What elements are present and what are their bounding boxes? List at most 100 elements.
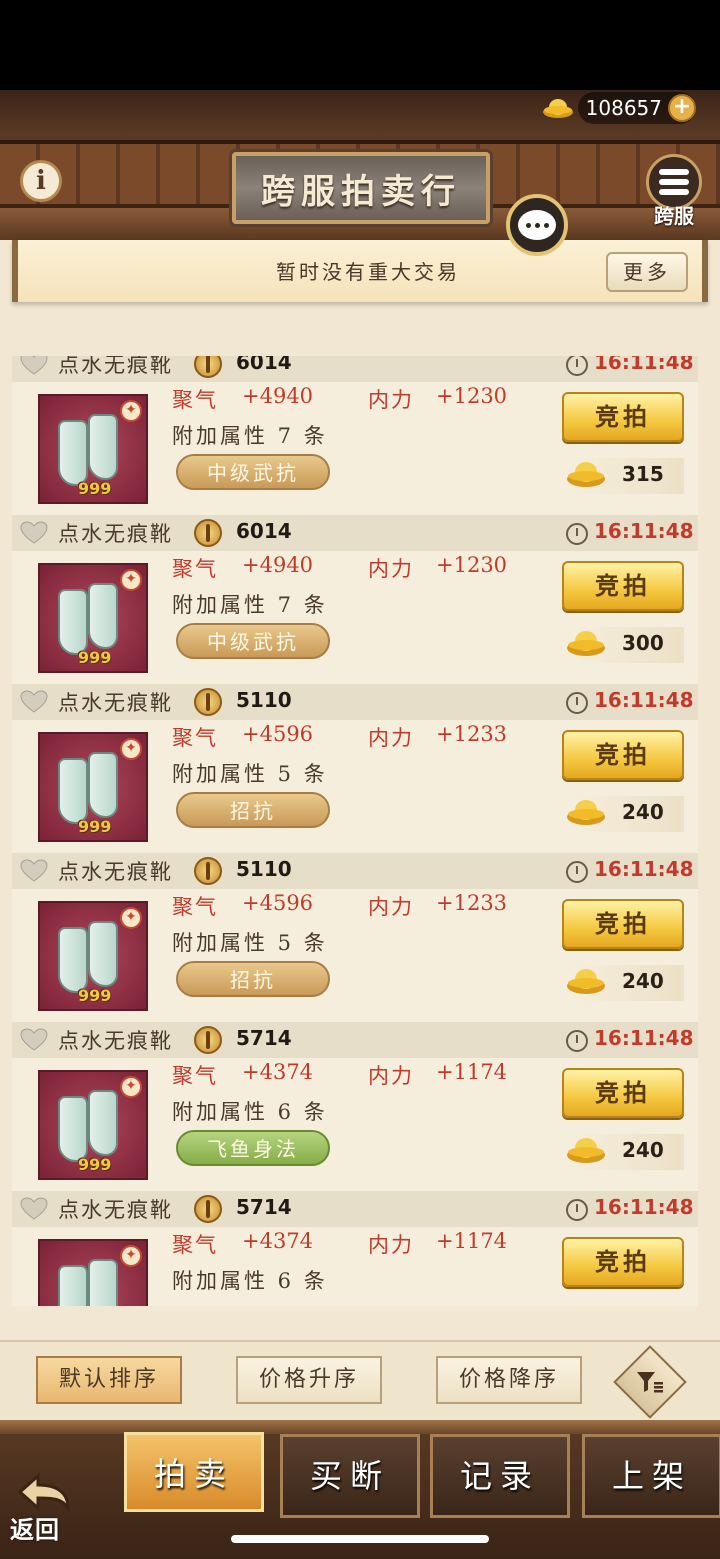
cross-server-button[interactable]: 跨服 [644,154,704,228]
stat1-name: 聚气 [172,557,218,581]
stat1-value: +4596 [242,722,314,746]
stat2-name: 内力 [368,726,414,750]
back-label: 返回 [10,1515,60,1544]
stat2-name: 内力 [368,388,414,412]
stat1-name: 聚气 [172,726,218,750]
stat1-name: 聚气 [172,1233,218,1257]
clock-icon [566,692,588,714]
tab-records[interactable]: 记录 [430,1434,570,1518]
power-icon [194,1195,222,1223]
clock-icon [566,1030,588,1052]
favorite-heart-icon[interactable] [20,521,48,545]
item-name: 点水无痕靴 [58,356,173,377]
bid-button[interactable]: 竞拍 [562,1068,684,1118]
item-price: 300 [622,631,664,655]
item-thumbnail[interactable]: ✦ 999 [38,732,148,842]
item-thumbnail[interactable]: ✦ 999 [38,901,148,1011]
stat2-value: +1233 [436,722,508,746]
boot-icon [58,1265,88,1306]
title-plaque: 跨服拍卖行 [232,152,490,224]
quality-star-icon: ✦ [120,1076,142,1098]
stat1-name: 聚气 [172,1064,218,1088]
item-quantity: 999 [78,479,112,498]
quality-star-icon: ✦ [120,1245,142,1267]
back-button[interactable]: 返回 [10,1472,80,1552]
boot-icon [58,589,88,655]
item-power: 6014 [236,519,292,543]
chat-button[interactable] [506,194,568,256]
auction-item[interactable]: 点水无痕靴 5110 16:11:48 ✦ 999 聚气 +4596 内力 +1… [12,853,698,1022]
power-icon [194,857,222,885]
item-power: 5714 [236,1195,292,1219]
stat2-name: 内力 [368,557,414,581]
stat1-value: +4940 [242,384,314,408]
stat1-name: 聚气 [172,388,218,412]
sort-bar: 默认排序 价格升序 价格降序 [0,1340,720,1420]
item-time: 16:11:48 [594,356,694,374]
stat2-name: 内力 [368,1064,414,1088]
stat1-name: 聚气 [172,895,218,919]
item-name: 点水无痕靴 [58,691,173,715]
attribute-tag: 飞鱼身法 [176,1130,330,1166]
boot-icon [88,414,118,480]
auction-item[interactable]: 点水无痕靴 6014 16:11:48 ✦ 999 聚气 +4940 内力 +1… [12,356,698,515]
item-power: 6014 [236,356,292,374]
sort-price-desc-button[interactable]: 价格降序 [436,1356,582,1404]
bid-button[interactable]: 竞拍 [562,1237,684,1287]
bid-button[interactable]: 竞拍 [562,392,684,442]
add-currency-button[interactable]: + [668,94,696,122]
clock-icon [566,523,588,545]
stat2-value: +1230 [436,553,508,577]
item-thumbnail[interactable]: ✦ 999 [38,1239,148,1306]
stat2-name: 内力 [368,1233,414,1257]
favorite-heart-icon[interactable] [20,859,48,883]
item-time: 16:11:48 [594,857,694,881]
bid-button[interactable]: 竞拍 [562,899,684,949]
favorite-heart-icon[interactable] [20,690,48,714]
favorite-heart-icon[interactable] [20,1028,48,1052]
item-name: 点水无痕靴 [58,1029,173,1053]
quality-star-icon: ✦ [120,738,142,760]
cross-server-label: 跨服 [654,204,694,228]
item-thumbnail[interactable]: ✦ 999 [38,1070,148,1180]
item-name: 点水无痕靴 [58,522,173,546]
extra-attributes: 附加属性 6 条 [172,1100,328,1124]
favorite-heart-icon[interactable] [20,356,48,376]
boot-icon [88,921,118,987]
item-price: 240 [622,1138,664,1162]
filter-icon [637,1372,663,1393]
info-button[interactable]: i [20,160,62,202]
item-thumbnail[interactable]: ✦ 999 [38,563,148,673]
stat1-value: +4374 [242,1060,314,1084]
tab-auction[interactable]: 拍卖 [124,1432,264,1512]
item-quantity: 999 [78,648,112,667]
stat1-value: +4374 [242,1229,314,1253]
extra-attributes: 附加属性 5 条 [172,931,328,955]
more-button[interactable]: 更多 [606,252,688,292]
gold-ingot-icon [542,99,573,118]
auction-item[interactable]: 点水无痕靴 5714 16:11:48 ✦ 999 聚气 +4374 内力 +1… [12,1022,698,1191]
item-thumbnail[interactable]: ✦ 999 [38,394,148,504]
gold-ingot-icon [567,462,605,487]
favorite-heart-icon[interactable] [20,1197,48,1221]
bid-button[interactable]: 竞拍 [562,730,684,780]
attribute-tag: 招抗 [176,792,330,828]
auction-item[interactable]: 点水无痕靴 6014 16:11:48 ✦ 999 聚气 +4940 内力 +1… [12,515,698,684]
home-indicator[interactable] [231,1535,489,1543]
quality-star-icon: ✦ [120,907,142,929]
bid-button[interactable]: 竞拍 [562,561,684,611]
auction-list[interactable]: 点水无痕靴 6014 16:11:48 ✦ 999 聚气 +4940 内力 +1… [12,356,698,1306]
tab-buyout[interactable]: 买断 [280,1434,420,1518]
extra-attributes: 附加属性 7 条 [172,424,328,448]
tab-list-item[interactable]: 上架 [582,1434,720,1518]
auction-item[interactable]: 点水无痕靴 5714 16:11:48 ✦ 999 聚气 +4374 内力 +1… [12,1191,698,1306]
auction-list-scroll: 点水无痕靴 6014 16:11:48 ✦ 999 聚气 +4940 内力 +1… [12,356,698,1306]
attribute-tag: 中级武抗 [176,623,330,659]
item-price: 315 [622,462,664,486]
sort-price-asc-button[interactable]: 价格升序 [236,1356,382,1404]
attribute-tag: 招抗 [176,961,330,997]
sort-default-button[interactable]: 默认排序 [36,1356,182,1404]
gold-ingot-icon [567,1138,605,1163]
auction-item[interactable]: 点水无痕靴 5110 16:11:48 ✦ 999 聚气 +4596 内力 +1… [12,684,698,853]
bottom-beam [0,1420,720,1434]
